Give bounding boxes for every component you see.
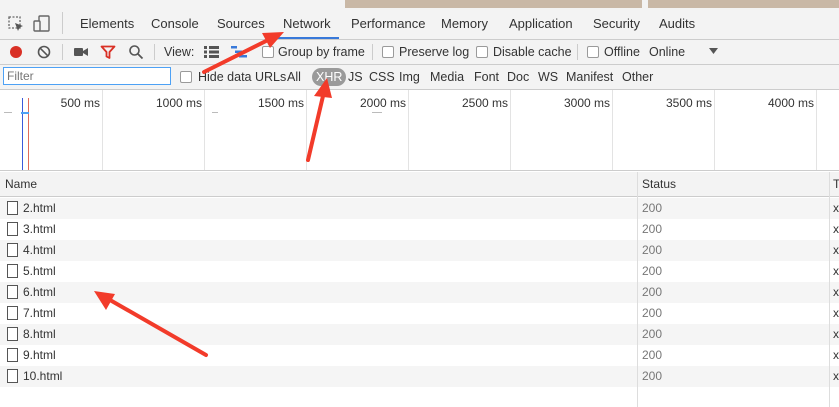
annotation-arrows (94, 32, 332, 357)
arrow-to-xhr-filter (306, 78, 332, 162)
arrow-to-request-list (94, 291, 208, 357)
arrow-to-network-tab (202, 32, 284, 74)
